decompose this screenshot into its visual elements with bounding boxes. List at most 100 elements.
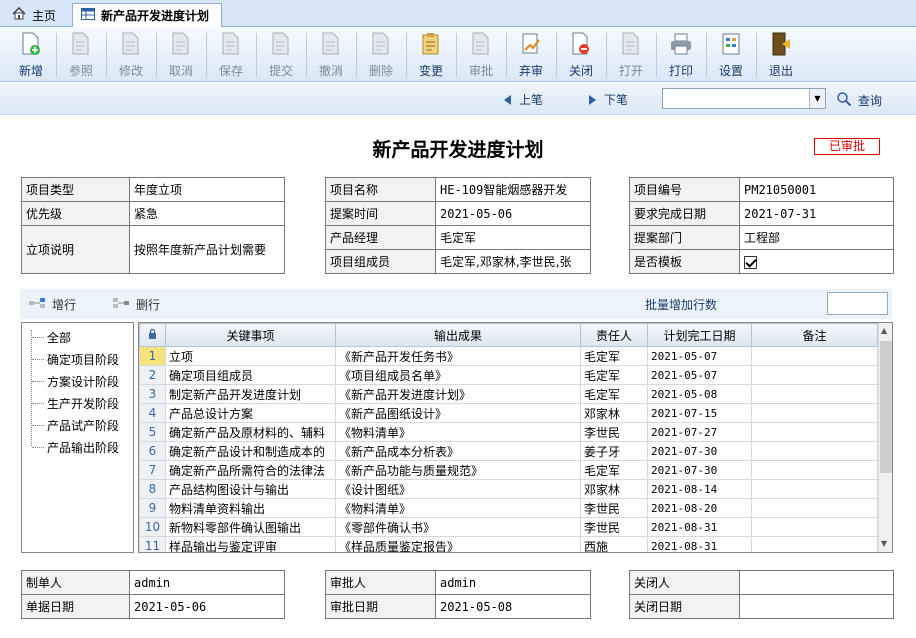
unapprove-button[interactable]: 弃审 <box>508 31 554 79</box>
tree-node[interactable]: 确定项目阶段 <box>31 348 119 370</box>
undo-button[interactable]: 取消 <box>158 31 204 79</box>
plan-date-cell[interactable]: 2021-05-08 <box>647 384 752 404</box>
tab-home[interactable]: 主页 <box>4 3 64 27</box>
output-cell[interactable]: 《物料清单》 <box>335 498 581 518</box>
tree-node[interactable]: 生产开发阶段 <box>31 392 119 414</box>
plan-date-cell[interactable]: 2021-07-30 <box>647 460 752 480</box>
tree-node[interactable]: 全部 <box>31 326 71 348</box>
plan-date-cell[interactable]: 2021-08-31 <box>647 536 752 552</box>
query-button[interactable]: 查询 <box>836 91 882 110</box>
key-item-cell[interactable]: 产品结构图设计与输出 <box>165 479 336 499</box>
project-desc-value[interactable]: 按照年度新产品计划需要 <box>129 225 285 274</box>
delete-button[interactable]: 删除 <box>358 31 404 79</box>
scroll-down-icon[interactable]: ▼ <box>881 539 887 548</box>
row-number[interactable]: 2 <box>139 365 166 385</box>
product-manager-value[interactable]: 毛定军 <box>435 225 591 250</box>
output-cell[interactable]: 《新产品开发进度计划》 <box>335 384 581 404</box>
key-item-cell[interactable]: 确定项目组成员 <box>165 365 336 385</box>
note-cell[interactable] <box>751 422 878 442</box>
print-button[interactable]: 打印 <box>658 31 704 79</box>
column-header-key-item[interactable]: 关键事项 <box>165 323 336 347</box>
close-doc-button[interactable]: 关闭 <box>558 31 604 79</box>
scroll-up-icon[interactable]: ▲ <box>881 326 887 335</box>
row-number[interactable]: 9 <box>139 498 166 518</box>
new-doc-button[interactable]: 新增 <box>8 31 54 79</box>
delete-row-button[interactable]: 删行 <box>112 296 160 313</box>
row-number[interactable]: 5 <box>139 422 166 442</box>
key-item-cell[interactable]: 确定新产品及原材料的、辅料 <box>165 422 336 442</box>
tree-node[interactable]: 产品试产阶段 <box>31 414 119 436</box>
tab-new-product-plan[interactable]: 新产品开发进度计划 <box>72 3 222 27</box>
approve-button[interactable]: 审批 <box>458 31 504 79</box>
lock-column-header[interactable] <box>139 323 166 347</box>
output-cell[interactable]: 《新产品功能与质量规范》 <box>335 460 581 480</box>
owner-cell[interactable]: 毛定军 <box>580 384 648 404</box>
save-button[interactable]: 保存 <box>208 31 254 79</box>
edit-button[interactable]: 修改 <box>108 31 154 79</box>
key-item-cell[interactable]: 确定新产品设计和制造成本的 <box>165 441 336 461</box>
note-cell[interactable] <box>751 365 878 385</box>
owner-cell[interactable]: 邓家林 <box>580 479 648 499</box>
add-row-button[interactable]: 增行 <box>28 296 76 313</box>
table-row[interactable]: 10 新物料零部件确认图输出 《零部件确认书》 李世民 2021-08-31 <box>139 517 878 537</box>
row-number[interactable]: 8 <box>139 479 166 499</box>
plan-date-cell[interactable]: 2021-08-20 <box>647 498 752 518</box>
change-button[interactable]: 变更 <box>408 31 454 79</box>
record-select[interactable]: ▼ <box>662 88 826 109</box>
plan-date-cell[interactable]: 2021-07-15 <box>647 403 752 423</box>
next-record-button[interactable]: 下笔 <box>589 91 628 108</box>
proposing-dept-value[interactable]: 工程部 <box>739 225 894 250</box>
output-cell[interactable]: 《设计图纸》 <box>335 479 581 499</box>
row-number[interactable]: 4 <box>139 403 166 423</box>
plan-date-cell[interactable]: 2021-07-27 <box>647 422 752 442</box>
note-cell[interactable] <box>751 498 878 518</box>
note-cell[interactable] <box>751 460 878 480</box>
output-cell[interactable]: 《项目组成员名单》 <box>335 365 581 385</box>
note-cell[interactable] <box>751 441 878 461</box>
row-number[interactable]: 1 <box>139 346 166 366</box>
owner-cell[interactable]: 毛定军 <box>580 365 648 385</box>
row-number[interactable]: 7 <box>139 460 166 480</box>
table-row[interactable]: 8 产品结构图设计与输出 《设计图纸》 邓家林 2021-08-14 <box>139 479 878 499</box>
prev-record-button[interactable]: 上笔 <box>504 91 543 108</box>
note-cell[interactable] <box>751 536 878 552</box>
note-cell[interactable] <box>751 479 878 499</box>
proposal-date-value[interactable]: 2021-05-06 <box>435 201 591 226</box>
column-header-output[interactable]: 输出成果 <box>335 323 581 347</box>
project-name-value[interactable]: HE-109智能烟感器开发 <box>435 177 591 202</box>
key-item-cell[interactable]: 立项 <box>165 346 336 366</box>
owner-cell[interactable]: 李世民 <box>580 422 648 442</box>
column-header-plan-date[interactable]: 计划完工日期 <box>647 323 752 347</box>
table-row[interactable]: 4 产品总设计方案 《新产品图纸设计》 邓家林 2021-07-15 <box>139 403 878 423</box>
owner-cell[interactable]: 姜子牙 <box>580 441 648 461</box>
note-cell[interactable] <box>751 517 878 537</box>
table-row[interactable]: 1 立项 《新产品开发任务书》 毛定军 2021-05-07 <box>139 346 878 366</box>
row-number[interactable]: 6 <box>139 441 166 461</box>
key-item-cell[interactable]: 新物料零部件确认图输出 <box>165 517 336 537</box>
submit-button[interactable]: 提交 <box>258 31 304 79</box>
plan-date-cell[interactable]: 2021-05-07 <box>647 365 752 385</box>
output-cell[interactable]: 《物料清单》 <box>335 422 581 442</box>
plan-date-cell[interactable]: 2021-07-30 <box>647 441 752 461</box>
batch-add-rows-input[interactable] <box>827 292 888 315</box>
key-item-cell[interactable]: 确定新产品所需符合的法律法 <box>165 460 336 480</box>
project-type-value[interactable]: 年度立项 <box>129 177 285 202</box>
scroll-thumb[interactable] <box>880 341 892 473</box>
row-number[interactable]: 11 <box>139 536 166 552</box>
settings-button[interactable]: 设置 <box>708 31 754 79</box>
table-row[interactable]: 5 确定新产品及原材料的、辅料 《物料清单》 李世民 2021-07-27 <box>139 422 878 442</box>
row-number[interactable]: 10 <box>139 517 166 537</box>
plan-date-cell[interactable]: 2021-08-14 <box>647 479 752 499</box>
owner-cell[interactable]: 李世民 <box>580 498 648 518</box>
owner-cell[interactable]: 邓家林 <box>580 403 648 423</box>
key-item-cell[interactable]: 制定新产品开发进度计划 <box>165 384 336 404</box>
exit-button[interactable]: 退出 <box>758 31 804 79</box>
tree-node[interactable]: 产品输出阶段 <box>31 436 119 458</box>
team-members-value[interactable]: 毛定军,邓家林,李世民,张 <box>435 249 591 274</box>
plan-date-cell[interactable]: 2021-08-31 <box>647 517 752 537</box>
table-row[interactable]: 9 物料清单资料输出 《物料清单》 李世民 2021-08-20 <box>139 498 878 518</box>
project-code-value[interactable]: PM21050001 <box>739 177 894 202</box>
tree-node[interactable]: 方案设计阶段 <box>31 370 119 392</box>
owner-cell[interactable]: 西施 <box>580 536 648 552</box>
priority-value[interactable]: 紧急 <box>129 201 285 226</box>
